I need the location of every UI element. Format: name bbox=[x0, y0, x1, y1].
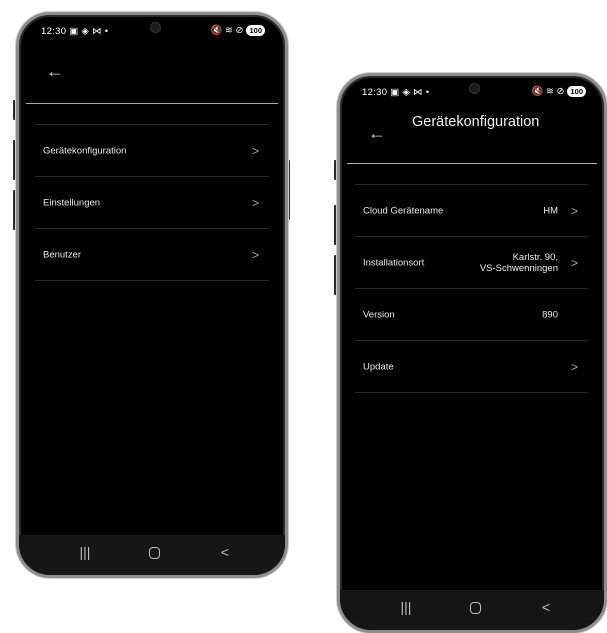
menu-item-geraetekonfiguration[interactable]: Gerätekonfiguration > bbox=[35, 125, 269, 177]
status-time: 12:30 bbox=[362, 87, 388, 98]
row-label: Version bbox=[363, 309, 395, 320]
status-bar: 12:30 ▣ ◈ ⋈ • 🔇 ≋ ⊘ 100 bbox=[19, 15, 285, 45]
home-icon[interactable] bbox=[463, 599, 487, 617]
menu-item-label: Gerätekonfiguration bbox=[43, 145, 127, 156]
address-line-1: Karlstr. 90, bbox=[512, 251, 558, 263]
address-line-2: VS-Schwenningen bbox=[479, 262, 558, 274]
back-arrow-icon[interactable]: ← bbox=[368, 124, 386, 142]
nav-back-icon[interactable]: < bbox=[213, 544, 237, 560]
phone-right: 12:30 ▣ ◈ ⋈ • 🔇 ≋ ⊘ 100 ← Gerätekonfigur… bbox=[337, 73, 607, 633]
row-value: HM bbox=[543, 205, 558, 216]
row-label: Cloud Gerätename bbox=[363, 205, 444, 216]
status-right: 🔇 ≋ ⊘ 100 bbox=[210, 25, 265, 36]
phone-left: 12:30 ▣ ◈ ⋈ • 🔇 ≋ ⊘ 100 ← Gerätekonfigur… bbox=[16, 12, 288, 578]
header-divider bbox=[26, 103, 278, 104]
row-label: Installationsort bbox=[363, 257, 425, 268]
chevron-right-icon: > bbox=[570, 255, 578, 270]
chevron-right-icon: > bbox=[570, 203, 578, 218]
menu-item-einstellungen[interactable]: Einstellungen > bbox=[35, 177, 269, 229]
back-arrow-icon[interactable]: ← bbox=[46, 62, 64, 80]
header-divider bbox=[347, 163, 597, 164]
main-menu: Gerätekonfiguration > Einstellungen > Be… bbox=[35, 124, 269, 281]
status-left: 12:30 ▣ ◈ ⋈ • bbox=[41, 26, 108, 37]
menu-item-label: Einstellungen bbox=[43, 197, 101, 208]
notification-icons: ▣ ◈ ⋈ • bbox=[69, 26, 109, 37]
row-value: Karlstr. 90, VS-Schwenningen bbox=[448, 252, 558, 274]
chevron-right-icon: > bbox=[251, 247, 259, 262]
nav-back-icon[interactable]: < bbox=[534, 599, 558, 615]
battery-badge: 100 bbox=[567, 86, 586, 97]
battery-badge: 100 bbox=[246, 25, 265, 36]
chevron-right-icon: > bbox=[251, 143, 259, 158]
chevron-right-icon: > bbox=[251, 195, 259, 210]
menu-item-label: Benutzer bbox=[43, 249, 82, 260]
chevron-right-icon: > bbox=[570, 359, 578, 374]
menu-item-benutzer[interactable]: Benutzer > bbox=[35, 229, 269, 281]
system-icons: 🔇 ≋ ⊘ bbox=[531, 86, 565, 97]
row-installationsort[interactable]: Installationsort Karlstr. 90, VS-Schwenn… bbox=[355, 237, 588, 289]
home-icon[interactable] bbox=[142, 544, 166, 562]
page-title: Gerätekonfiguration bbox=[412, 114, 540, 130]
row-update[interactable]: Update > bbox=[355, 341, 588, 393]
status-left: 12:30 ▣ ◈ ⋈ • bbox=[362, 87, 429, 98]
status-right: 🔇 ≋ ⊘ 100 bbox=[531, 86, 586, 97]
notification-icons: ▣ ◈ ⋈ • bbox=[390, 87, 430, 98]
row-label: Update bbox=[363, 361, 394, 372]
row-version: Version 890 bbox=[355, 289, 588, 341]
navigation-bar: ||| < bbox=[340, 590, 604, 630]
status-bar: 12:30 ▣ ◈ ⋈ • 🔇 ≋ ⊘ 100 bbox=[340, 76, 604, 106]
row-cloud-geraetename[interactable]: Cloud Gerätename HM > bbox=[355, 185, 588, 237]
row-value: 890 bbox=[542, 309, 558, 320]
recents-icon[interactable]: ||| bbox=[394, 599, 418, 615]
status-time: 12:30 bbox=[41, 26, 67, 37]
system-icons: 🔇 ≋ ⊘ bbox=[210, 25, 244, 36]
device-config-list: Cloud Gerätename HM > Installationsort K… bbox=[355, 184, 588, 393]
recents-icon[interactable]: ||| bbox=[73, 544, 97, 560]
navigation-bar: ||| < bbox=[19, 535, 285, 575]
